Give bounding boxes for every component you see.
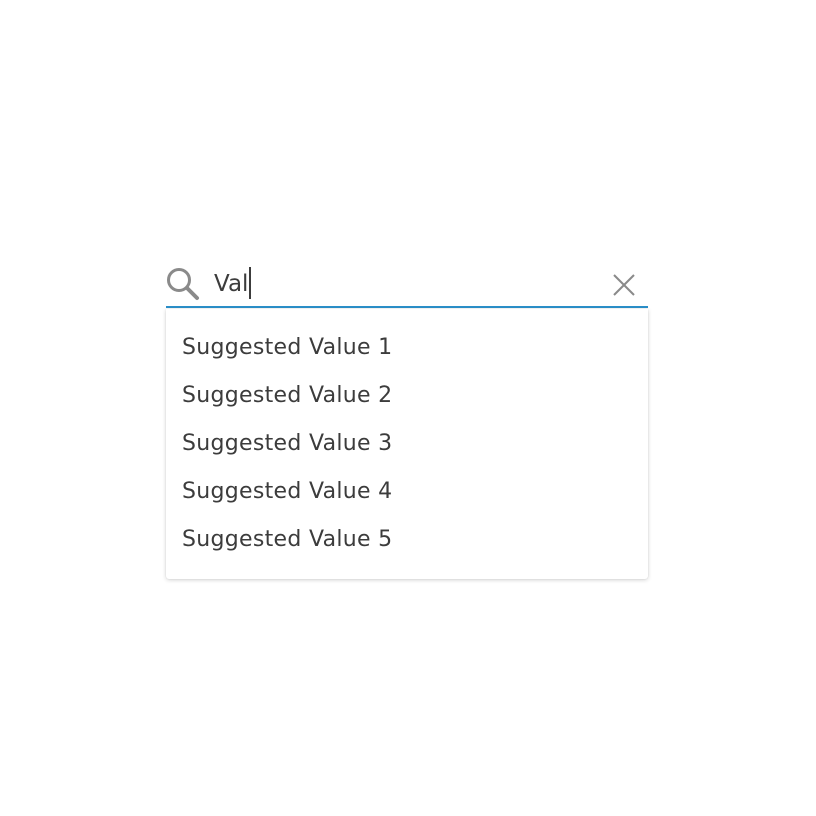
search-input[interactable]: Val bbox=[214, 262, 252, 306]
suggestion-list: Suggested Value 1 Suggested Value 2 Sugg… bbox=[166, 309, 648, 579]
close-icon[interactable] bbox=[612, 273, 636, 297]
page: Val Suggested Value 1 Suggested Value 2 … bbox=[0, 0, 816, 816]
search-icon bbox=[166, 267, 200, 301]
suggestion-item[interactable]: Suggested Value 2 bbox=[166, 372, 648, 420]
suggestion-item[interactable]: Suggested Value 3 bbox=[166, 420, 648, 468]
text-caret bbox=[249, 266, 252, 299]
search-field[interactable]: Val bbox=[166, 262, 648, 308]
suggestion-item[interactable]: Suggested Value 4 bbox=[166, 468, 648, 516]
search-input-text: Val bbox=[214, 271, 249, 297]
suggestion-item[interactable]: Suggested Value 5 bbox=[166, 516, 648, 564]
suggestion-item[interactable]: Suggested Value 1 bbox=[166, 324, 648, 372]
